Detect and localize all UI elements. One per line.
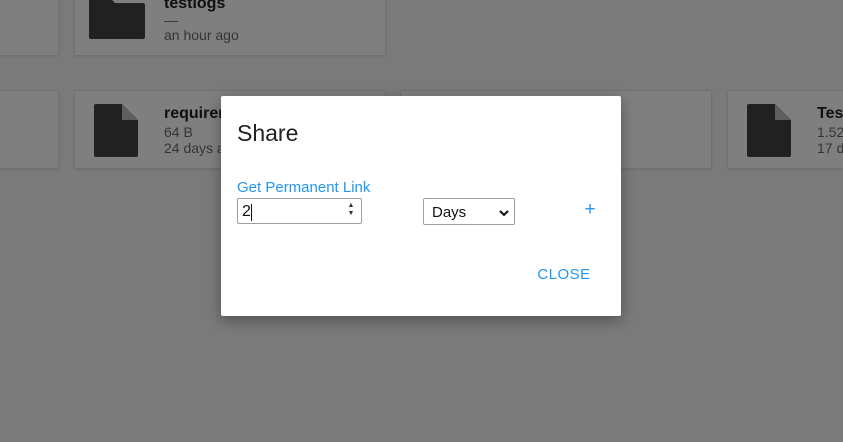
spinner-arrows-icon[interactable]: ▲ ▼ bbox=[345, 202, 357, 220]
duration-unit-select[interactable]: Days bbox=[423, 198, 515, 225]
dialog-title: Share bbox=[237, 120, 299, 146]
text-caret bbox=[251, 204, 252, 221]
share-dialog: Share Get Permanent Link 2 ▲ ▼ Days + CLO… bbox=[221, 96, 621, 316]
duration-input[interactable]: 2 ▲ ▼ bbox=[237, 198, 362, 224]
duration-value: 2 bbox=[242, 203, 251, 220]
chevron-down-icon bbox=[498, 206, 510, 224]
selected-unit: Days bbox=[432, 204, 467, 221]
get-permanent-link[interactable]: Get Permanent Link bbox=[237, 179, 370, 196]
add-share-button[interactable]: + bbox=[583, 199, 597, 221]
close-button[interactable]: CLOSE bbox=[533, 264, 595, 286]
